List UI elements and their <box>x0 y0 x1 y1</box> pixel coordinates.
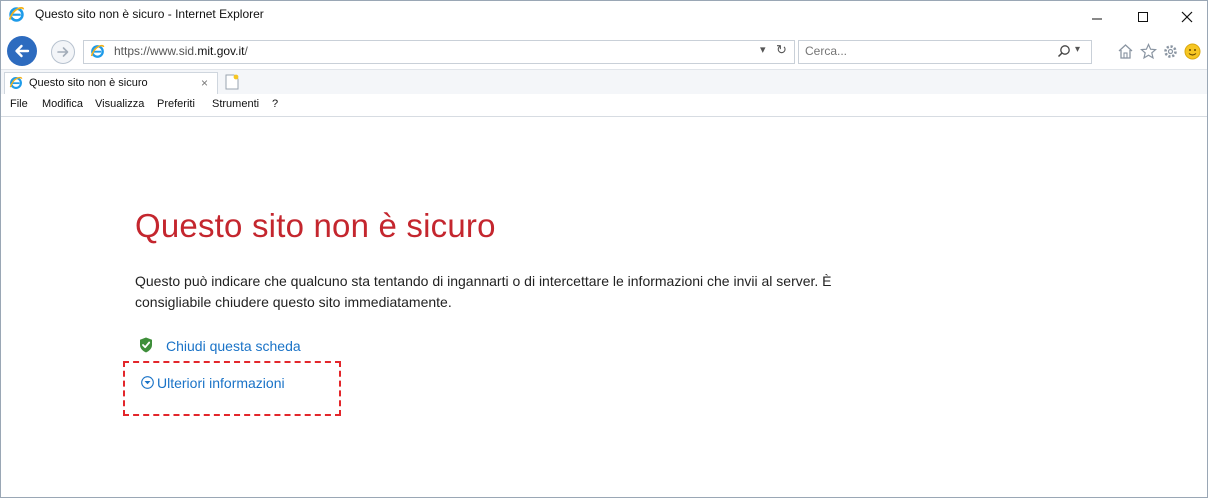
tab-strip: Questo sito non è sicuro × <box>1 69 1207 95</box>
home-button[interactable] <box>1115 41 1135 61</box>
page-title: Questo sito non è sicuro <box>135 207 496 244</box>
menu-bar: File Modifica Visualizza Preferiti Strum… <box>1 94 1207 117</box>
refresh-icon[interactable]: ↻ <box>776 42 787 58</box>
settings-button[interactable] <box>1160 41 1180 61</box>
ie-logo-icon <box>90 44 105 58</box>
menu-strumenti[interactable]: Strumenti <box>212 98 259 110</box>
feedback-button[interactable] <box>1182 41 1202 61</box>
close-tab-link[interactable]: Chiudi questa scheda <box>166 338 301 354</box>
minimize-icon <box>1091 18 1102 20</box>
smiley-feedback-icon <box>1184 43 1200 59</box>
menu-file[interactable]: File <box>10 98 28 110</box>
page-content: Questo sito non è sicuro Questo può indi… <box>1 117 1207 497</box>
address-dropdown-icon[interactable]: ▾ <box>760 43 766 56</box>
search-icon <box>1057 45 1070 58</box>
minimize-button[interactable] <box>1074 1 1119 33</box>
search-dropdown-icon[interactable]: ▾ <box>1075 44 1080 55</box>
menu-visualizza[interactable]: Visualizza <box>95 98 144 110</box>
close-icon <box>1181 11 1192 23</box>
forward-button[interactable] <box>51 40 75 64</box>
maximize-icon <box>1137 12 1148 22</box>
address-bar[interactable]: https://www.sid.mit.gov.it/ ▾ ↻ <box>83 40 795 64</box>
search-button[interactable] <box>1057 44 1071 63</box>
url-prefix: https://www.sid. <box>114 44 198 58</box>
title-bar: Questo sito non è sicuro - Internet Expl… <box>1 1 1207 33</box>
warning-description: Questo può indicare che qualcuno sta ten… <box>135 273 832 310</box>
home-icon <box>1118 43 1132 59</box>
ie-logo-icon <box>9 76 23 89</box>
maximize-button[interactable] <box>1120 1 1165 33</box>
browser-window: Questo sito non è sicuro - Internet Expl… <box>0 0 1208 498</box>
window-title: Questo sito non è sicuro - Internet Expl… <box>35 7 264 21</box>
ie-logo-icon <box>8 7 25 22</box>
close-window-button[interactable] <box>1164 1 1207 33</box>
annotation-highlight-box <box>123 361 341 416</box>
forward-arrow-icon <box>57 47 69 57</box>
url-domain: mit.gov.it <box>197 44 245 58</box>
menu-modifica[interactable]: Modifica <box>42 98 83 110</box>
menu-help[interactable]: ? <box>272 98 278 110</box>
back-button[interactable] <box>7 36 37 66</box>
navigation-bar: https://www.sid.mit.gov.it/ ▾ ↻ ▾ <box>1 33 1207 69</box>
menu-preferiti[interactable]: Preferiti <box>157 98 195 110</box>
tab-close-button[interactable]: × <box>201 76 208 90</box>
settings-gear-icon <box>1163 44 1177 58</box>
shield-check-icon <box>140 337 152 353</box>
favorites-star-icon <box>1139 42 1157 59</box>
search-input[interactable] <box>805 42 1035 60</box>
back-arrow-icon <box>15 44 30 58</box>
new-tab-button[interactable] <box>223 73 241 91</box>
tab-active[interactable]: Questo sito non è sicuro × <box>4 72 218 95</box>
url-suffix: / <box>244 44 248 58</box>
new-tab-icon <box>225 74 239 90</box>
favorites-button[interactable] <box>1138 41 1158 61</box>
search-box[interactable]: ▾ <box>798 40 1092 64</box>
tab-label: Questo sito non è sicuro <box>29 77 148 89</box>
address-url[interactable]: https://www.sid.mit.gov.it/ <box>114 44 248 58</box>
